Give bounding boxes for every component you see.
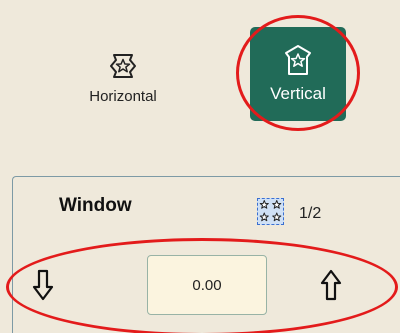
value-field[interactable]: 0.00 xyxy=(147,255,267,315)
window-panel: Window 1/2 0.00 xyxy=(12,176,400,333)
increase-button[interactable] xyxy=(315,267,347,307)
horizontal-star-icon xyxy=(108,52,138,84)
horizontal-label: Horizontal xyxy=(89,87,157,105)
window-title: Window xyxy=(59,195,132,216)
vertical-star-icon xyxy=(283,44,313,80)
horizontal-orientation-button[interactable]: Horizontal xyxy=(78,36,168,120)
decrease-button[interactable] xyxy=(27,267,59,307)
orientation-toolbar: Horizontal Vertical Window 1/2 0.00 xyxy=(0,0,400,333)
page-counter: 1/2 xyxy=(299,205,322,222)
vertical-orientation-button[interactable]: Vertical xyxy=(250,27,346,121)
arrow-up-icon xyxy=(320,269,342,305)
star-grid-icon[interactable] xyxy=(257,198,284,225)
arrow-down-icon xyxy=(32,269,54,305)
vertical-label: Vertical xyxy=(270,84,326,103)
